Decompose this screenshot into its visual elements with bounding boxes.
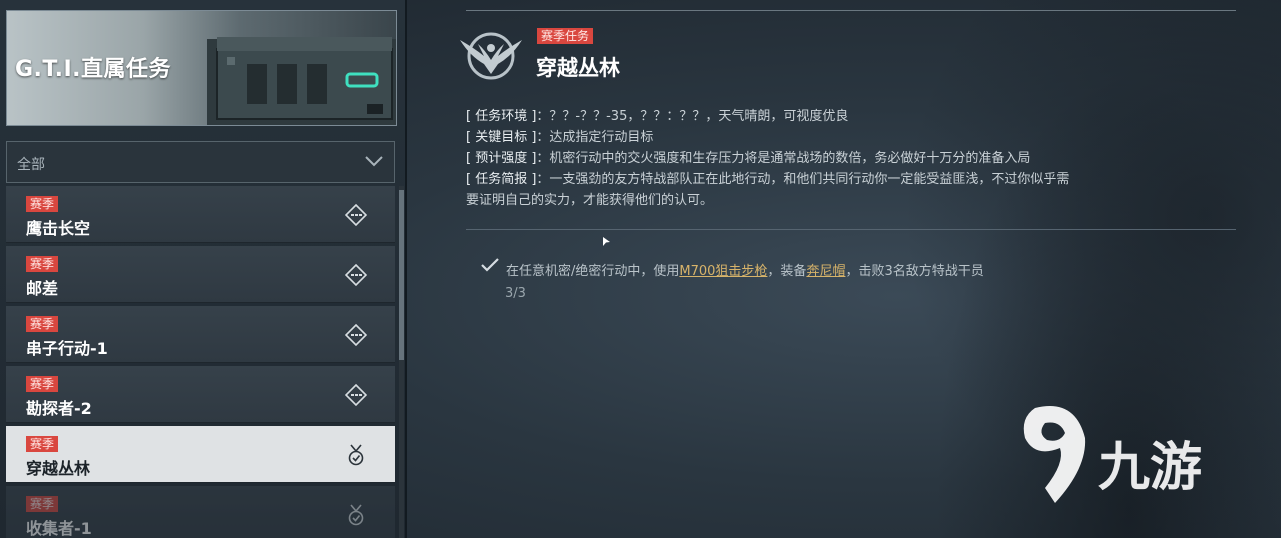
- header-divider: [466, 10, 1236, 11]
- season-badge: 赛季: [26, 256, 59, 272]
- mission-details: [ 任务环境 ]：？？-？？-35，？？：？？，天气晴朗，可视度优良 [ 关键目…: [466, 106, 1106, 211]
- eagle-emblem-icon: [460, 32, 522, 80]
- detail-objective: [ 关键目标 ]：达成指定行动目标: [466, 127, 1106, 148]
- detail-value: ：机密行动中的交火强度和生存压力将是通常战场的数倍，务必做好十万分的准备入局: [536, 151, 1031, 166]
- season-badge: 赛季: [26, 376, 59, 392]
- detail-value: ：一支强劲的友方特战部队正在此地行动，和他们共同行动你一定能受益匪浅，不过你似乎…: [466, 172, 1070, 208]
- mission-title: 穿越丛林: [536, 56, 620, 80]
- detail-environment: [ 任务环境 ]：？？-？？-35，？？：？？，天气晴朗，可视度优良: [466, 106, 1106, 127]
- mission-item-串子行动-1[interactable]: 赛季 串子行动-1: [6, 306, 395, 363]
- mission-item-勘探者-2[interactable]: 赛季 勘探者-2: [6, 366, 395, 423]
- mission-item-title: 勘探者-2: [26, 399, 92, 418]
- season-badge: 赛季: [26, 316, 59, 332]
- mission-pending-icon: [345, 324, 367, 346]
- medal-check-icon: [348, 444, 364, 466]
- season-badge: 赛季: [26, 436, 59, 452]
- detail-label: [ 预计强度 ]: [466, 151, 537, 166]
- section-divider: [466, 229, 1236, 230]
- task-objective-text: 在任意机密/绝密行动中，使用M700狙击步枪，装备奔尼帽，击败3名敌方特战干员: [506, 260, 984, 279]
- check-icon: [481, 258, 499, 272]
- mission-item-title: 收集者-1: [26, 519, 92, 538]
- gear-link[interactable]: 奔尼帽: [806, 264, 845, 279]
- mission-pending-icon: [345, 204, 367, 226]
- filter-selected-value: 全部: [17, 157, 45, 173]
- mission-item-收集者-1[interactable]: 赛季 收集者-1: [6, 486, 395, 538]
- task-text-middle: ，装备: [767, 264, 807, 279]
- filter-dropdown[interactable]: 全部: [6, 141, 395, 183]
- banner-title: G.T.I.直属任务: [15, 57, 171, 82]
- mission-item-鹰击长空[interactable]: 赛季 鹰击长空: [6, 186, 395, 243]
- task-text-suffix: ，击败3名敌方特战干员: [845, 264, 984, 279]
- mission-item-title: 穿越丛林: [26, 459, 91, 478]
- medal-check-icon: [348, 504, 364, 526]
- season-badge: 赛季: [26, 496, 59, 512]
- detail-brief: [ 任务简报 ]：一支强劲的友方特战部队正在此地行动，和他们共同行动你一定能受益…: [466, 169, 1082, 211]
- detail-value: ：达成指定行动目标: [536, 130, 654, 145]
- mission-list: 赛季 鹰击长空 赛季 邮差 赛季 串子行动-1 赛季 勘探者-2 赛季 穿越丛林…: [6, 186, 397, 538]
- task-progress: 3/3: [505, 286, 526, 301]
- chevron-down-icon: [365, 156, 383, 167]
- detail-label: [ 任务环境 ]: [466, 109, 537, 124]
- mission-item-邮差[interactable]: 赛季 邮差: [6, 246, 395, 303]
- mouse-cursor-icon: [603, 237, 610, 246]
- mission-pending-icon: [345, 264, 367, 286]
- task-text-prefix: 在任意机密/绝密行动中，使用: [506, 264, 680, 279]
- mission-item-title: 邮差: [26, 279, 59, 298]
- weapon-link[interactable]: M700狙击步枪: [679, 264, 767, 279]
- mission-list-panel: G.T.I.直属任务 全部 赛季 鹰击长空 赛季 邮差 赛季 串子行动-1 赛季…: [0, 0, 405, 538]
- watermark-text: 九游: [1098, 438, 1203, 498]
- detail-label: [ 任务简报 ]: [466, 172, 537, 187]
- mission-item-穿越丛林[interactable]: 赛季 穿越丛林: [6, 426, 395, 483]
- detail-value: ：？？-？？-35，？？：？？，天气晴朗，可视度优良: [536, 109, 849, 124]
- mission-item-title: 鹰击长空: [26, 219, 91, 238]
- mission-item-title: 串子行动-1: [26, 339, 108, 358]
- scrollbar-thumb[interactable]: [399, 190, 404, 360]
- detail-label: [ 关键目标 ]: [466, 130, 537, 145]
- detail-intensity: [ 预计强度 ]：机密行动中的交火强度和生存压力将是通常战场的数倍，务必做好十万…: [466, 148, 1106, 169]
- crate-illustration: [207, 37, 396, 125]
- list-scrollbar[interactable]: [399, 186, 404, 538]
- task-objective: 在任意机密/绝密行动中，使用M700狙击步枪，装备奔尼帽，击败3名敌方特战干员: [480, 257, 984, 279]
- season-badge: 赛季: [26, 196, 59, 212]
- panel-divider: [405, 0, 407, 538]
- mission-pending-icon: [345, 384, 367, 406]
- mission-category-banner[interactable]: G.T.I.直属任务: [6, 10, 397, 126]
- mission-type-badge: 赛季任务: [537, 28, 594, 44]
